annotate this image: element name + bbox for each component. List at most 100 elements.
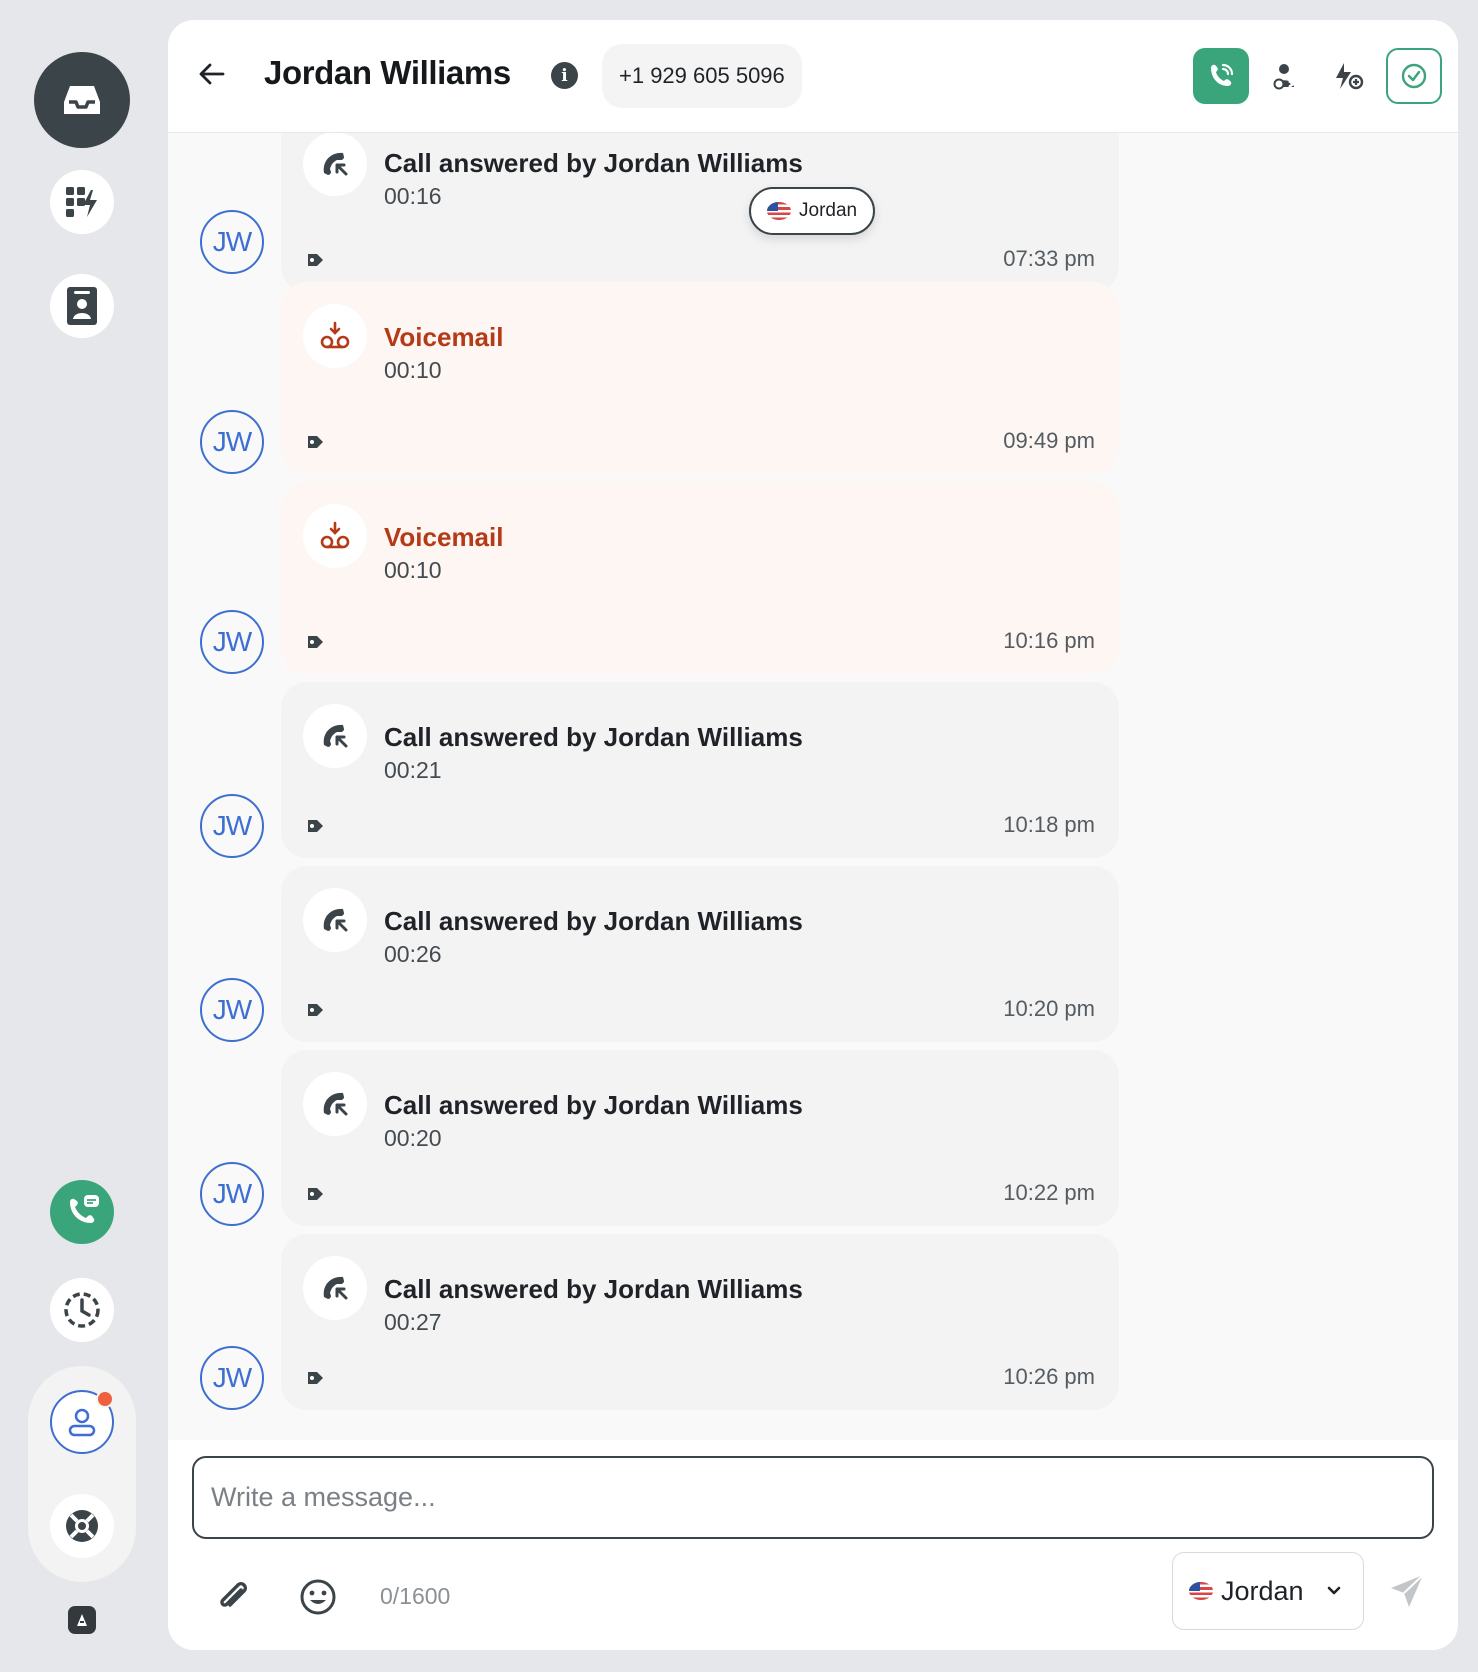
avatar[interactable]: JW: [200, 794, 264, 858]
mark-done-button[interactable]: [1386, 48, 1442, 104]
voicemail-icon: [303, 304, 367, 368]
inbox-icon: [64, 86, 100, 114]
automation-button[interactable]: [1320, 48, 1376, 104]
avatar[interactable]: JW: [200, 1162, 264, 1226]
tag-icon[interactable]: [305, 632, 327, 652]
tag-icon[interactable]: [305, 1368, 327, 1388]
call-event: Call answered by Jordan Williams 00:26 1…: [281, 866, 1119, 1042]
avatar[interactable]: JW: [200, 1346, 264, 1410]
avatar[interactable]: JW: [200, 610, 264, 674]
avatar[interactable]: JW: [200, 410, 264, 474]
event-title: Call answered by Jordan Williams: [384, 722, 803, 752]
send-button[interactable]: [1384, 1568, 1430, 1614]
contacts-book-button[interactable]: [50, 274, 114, 338]
incoming-call-icon: [303, 132, 367, 196]
voicemail-icon: [303, 504, 367, 568]
call-event: Call answered by Jordan Williams 00:16 0…: [281, 110, 1119, 292]
profile-button[interactable]: [50, 1390, 114, 1454]
rail-bottom-group: [28, 1366, 136, 1582]
info-icon[interactable]: i: [551, 62, 578, 89]
event-time: 10:20 pm: [1003, 996, 1095, 1021]
contacts-book-icon: [67, 287, 97, 325]
sender-chip-label: Jordan: [799, 200, 858, 221]
event-duration: 00:10: [384, 357, 442, 383]
quick-actions-button[interactable]: [50, 170, 114, 234]
inbox-button[interactable]: [34, 52, 130, 148]
sender-chip[interactable]: Jordan: [749, 187, 876, 235]
emoji-button[interactable]: [296, 1575, 340, 1619]
event-time: 09:49 pm: [1003, 428, 1095, 453]
notification-dot: [96, 1390, 114, 1408]
call-icon: [1211, 63, 1234, 86]
incoming-call-icon: [303, 704, 367, 768]
dialer-button[interactable]: [50, 1180, 114, 1244]
tag-icon[interactable]: [305, 1000, 327, 1020]
tag-icon[interactable]: [305, 1184, 327, 1204]
automation-icon: [1336, 63, 1364, 90]
left-rail: [0, 0, 164, 1672]
history-icon: [64, 1292, 100, 1328]
character-counter: 0/1600: [380, 1583, 451, 1609]
profile-icon: [68, 1408, 96, 1437]
us-flag-icon: [1189, 1582, 1213, 1600]
event-title: Call answered by Jordan Williams: [384, 1090, 803, 1120]
tag-icon[interactable]: [305, 250, 327, 270]
event-time: 10:22 pm: [1003, 1180, 1095, 1205]
back-arrow-icon: [199, 63, 225, 85]
conversation-header: Jordan Williams i +1 929 605 5096: [168, 20, 1458, 133]
voicemail-event: Voicemail 00:10 10:16 pm: [281, 482, 1119, 674]
event-title: Call answered by Jordan Williams: [384, 148, 803, 178]
quick-actions-icon: [66, 187, 97, 217]
event-duration: 00:10: [384, 557, 442, 583]
contact-name: Jordan Williams: [264, 54, 511, 91]
call-button[interactable]: [1193, 48, 1249, 104]
app-logo: [68, 1606, 96, 1634]
event-title: Call answered by Jordan Williams: [384, 1274, 803, 1304]
assign-user-icon: [1273, 64, 1295, 90]
incoming-call-icon: [303, 888, 367, 952]
message-input[interactable]: [192, 1456, 1434, 1539]
help-lifebuoy-icon: [66, 1510, 98, 1542]
history-button[interactable]: [50, 1278, 114, 1342]
tag-icon[interactable]: [305, 816, 327, 836]
back-button[interactable]: [196, 58, 228, 90]
attachment-icon: [220, 1582, 247, 1607]
conversation-panel: Jordan Call answered by Jordan Williams …: [168, 20, 1458, 1650]
emoji-icon: [300, 1579, 336, 1615]
event-time: 10:26 pm: [1003, 1364, 1095, 1389]
chevron-down-icon: [1327, 1586, 1340, 1595]
conversation-feed[interactable]: Jordan Call answered by Jordan Williams …: [168, 20, 1458, 1440]
event-duration: 00:21: [384, 757, 442, 783]
send-icon: [1391, 1574, 1424, 1607]
avatar[interactable]: JW: [200, 210, 264, 274]
incoming-call-icon: [303, 1072, 367, 1136]
help-button[interactable]: [50, 1494, 114, 1558]
phone-message-icon: [70, 1195, 99, 1223]
event-duration: 00:16: [384, 183, 442, 209]
us-flag-icon: [767, 202, 791, 220]
event-duration: 00:27: [384, 1309, 442, 1335]
avatar[interactable]: JW: [200, 978, 264, 1042]
event-duration: 00:20: [384, 1125, 442, 1151]
incoming-call-icon: [303, 1256, 367, 1320]
event-time: 07:33 pm: [1003, 246, 1095, 271]
event-title: Voicemail: [384, 322, 504, 352]
event-title: Voicemail: [384, 522, 504, 552]
sender-select-label: Jordan: [1221, 1575, 1304, 1606]
event-duration: 00:26: [384, 941, 442, 967]
message-composer: 0/1600 Jordan: [168, 1440, 1458, 1650]
call-event: Call answered by Jordan Williams 00:20 1…: [281, 1050, 1119, 1226]
app-logo-icon: [77, 1614, 87, 1626]
tag-icon[interactable]: [305, 432, 327, 452]
call-event: Call answered by Jordan Williams 00:21 1…: [281, 682, 1119, 858]
mark-done-icon: [1401, 63, 1427, 89]
voicemail-event: Voicemail 00:10 09:49 pm: [281, 282, 1119, 474]
sender-select[interactable]: Jordan: [1172, 1552, 1364, 1630]
event-time: 10:18 pm: [1003, 812, 1095, 837]
assign-button[interactable]: [1256, 48, 1312, 104]
call-event: Call answered by Jordan Williams 00:27 1…: [281, 1234, 1119, 1410]
event-time: 10:16 pm: [1003, 628, 1095, 653]
phone-number-chip[interactable]: +1 929 605 5096: [602, 44, 802, 108]
attach-button[interactable]: [210, 1575, 254, 1619]
event-title: Call answered by Jordan Williams: [384, 906, 803, 936]
